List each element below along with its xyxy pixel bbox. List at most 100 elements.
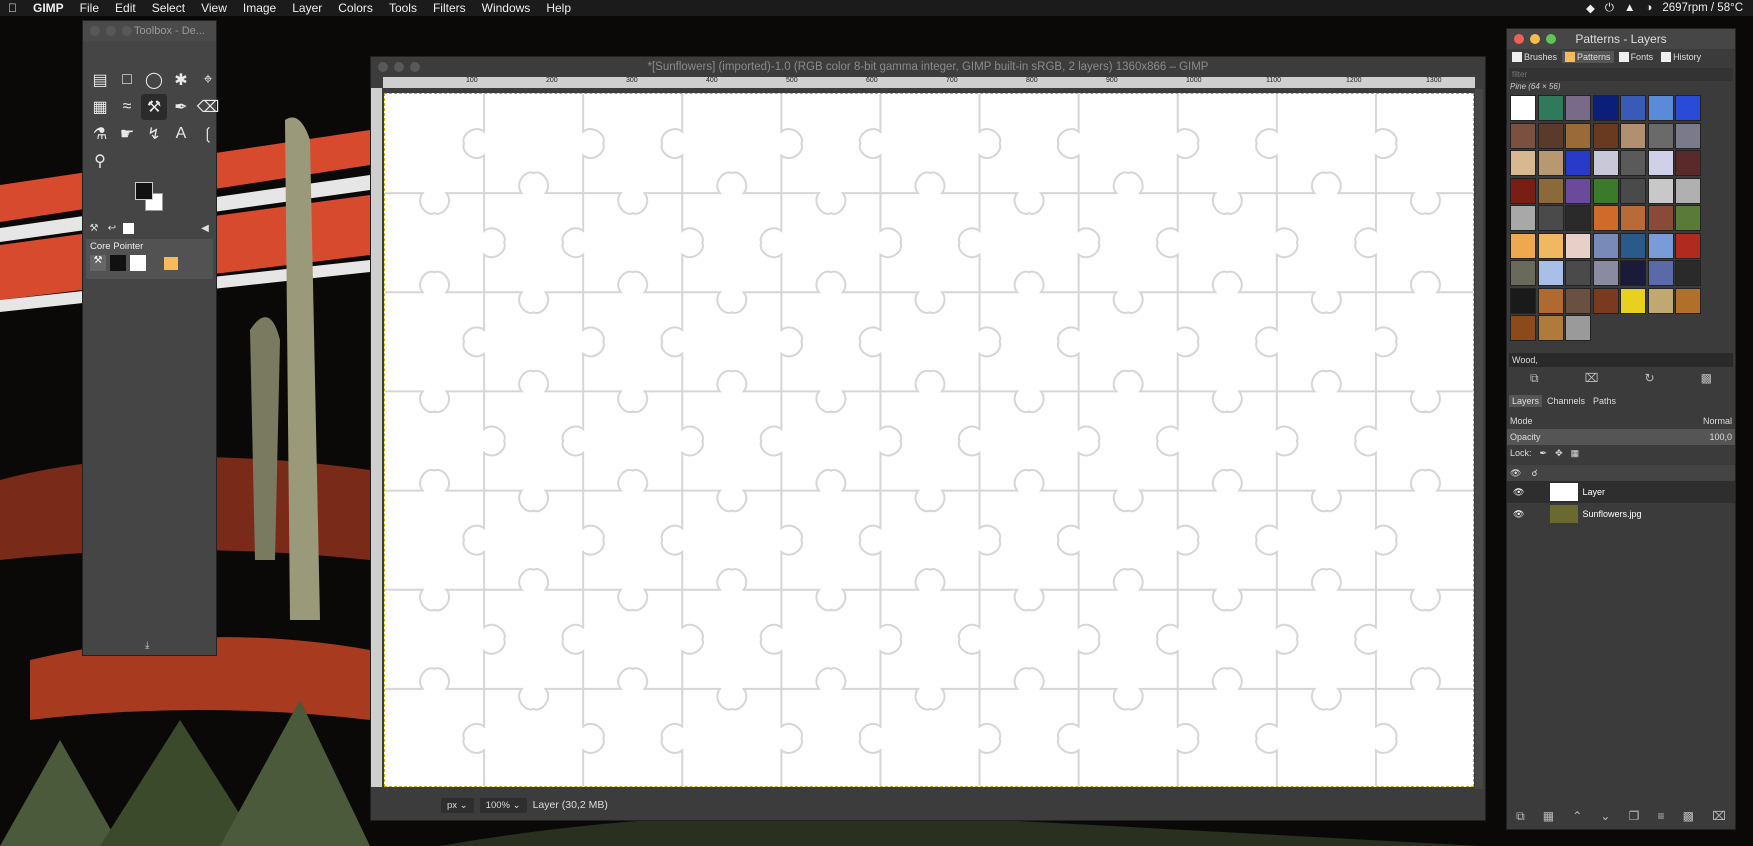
eraser-tool-icon[interactable]: ⌫ [195,94,221,120]
tab-layers[interactable]: Layers [1509,395,1543,407]
raise-layer-icon[interactable]: ⌃ [1572,809,1582,823]
pattern-swatch[interactable] [1510,122,1536,149]
pattern-swatch[interactable] [1647,95,1674,121]
unit-select[interactable]: px ⌄ [441,797,474,813]
close-button[interactable] [378,62,388,72]
menu-select[interactable]: Select [144,0,193,16]
pattern-swatch[interactable] [1675,232,1701,259]
transform-tool-icon[interactable]: ▦ [87,94,113,120]
tab-patterns[interactable]: Patterns [1562,51,1614,63]
open-folder-icon[interactable]: ▩ [1701,371,1712,385]
horizontal-ruler[interactable]: 100 200 300 400 500 600 700 800 900 1000… [383,77,1475,88]
pattern-swatch[interactable] [1620,232,1646,259]
merge-layer-icon[interactable]: ≡ [1658,809,1665,823]
dropbox-icon[interactable]: ◆ [1586,1,1595,15]
menu-image[interactable]: Image [235,0,284,16]
crop-tool-icon[interactable]: ⌖ [195,67,221,93]
eye-icon[interactable]: 👁 [1513,487,1524,498]
duplicate-icon[interactable]: ⧉ [1530,371,1539,386]
dock-menu-icon[interactable]: ◀ [198,222,212,235]
tab-channels[interactable]: Channels [1544,395,1588,407]
refresh-icon[interactable]: ↻ [1645,371,1655,385]
pattern-swatch[interactable] [1565,205,1591,231]
images-icon[interactable] [123,222,134,234]
lower-layer-icon[interactable]: ⌄ [1600,809,1610,823]
lock-pixels-icon[interactable]: ✒ [1540,448,1548,459]
delete-layer-icon[interactable]: ⌧ [1712,809,1726,823]
pattern-swatch[interactable] [1647,150,1674,176]
pattern-swatch[interactable] [1537,287,1564,314]
minimize-button[interactable] [106,26,116,36]
pattern-swatch[interactable] [1675,95,1701,121]
pattern-swatch[interactable] [1537,260,1564,286]
power-icon[interactable]: ⏻ [1605,2,1614,15]
tool-options-icon[interactable]: ⚒ [87,222,101,235]
undo-icon[interactable]: ↩ [105,222,119,235]
filter-input[interactable]: filter [1509,68,1733,81]
minimize-button[interactable] [1530,34,1540,44]
menu-colors[interactable]: Colors [330,0,381,16]
pattern-swatch[interactable] [1592,177,1619,204]
tab-brushes[interactable]: Brushes [1509,51,1560,63]
pattern-swatch[interactable] [1565,315,1591,341]
pattern-swatch[interactable] [1675,122,1701,149]
menu-help[interactable]: Help [538,0,579,16]
new-group-icon[interactable]: ▦ [1543,809,1554,823]
pattern-swatch[interactable] [1592,260,1619,286]
pattern-swatch[interactable] [1592,232,1619,259]
foreground-color[interactable] [135,182,153,200]
pattern-swatch[interactable] [1510,177,1536,204]
pattern-swatch[interactable] [1510,150,1536,176]
lasso-tool-icon[interactable]: ◯ [141,67,167,93]
menu-tools[interactable]: Tools [381,0,425,16]
cpu-status[interactable]: 2697rpm / 58°C [1662,2,1743,14]
pattern-swatch[interactable] [1510,232,1536,259]
close-button[interactable] [90,26,100,36]
pattern-swatch[interactable] [1537,232,1564,259]
menu-edit[interactable]: Edit [107,0,144,16]
layer-row[interactable]: 👁 Sunflowers.jpg [1507,503,1735,525]
pattern-swatch[interactable] [1620,122,1646,149]
mode-select[interactable]: Normal [1703,416,1732,426]
pattern-swatch[interactable] [1537,150,1564,176]
lock-position-icon[interactable]: ✥ [1555,448,1563,459]
pattern-swatch[interactable] [1510,205,1536,231]
vertical-ruler[interactable] [371,88,382,787]
pattern-swatch[interactable] [1675,177,1701,204]
pattern-swatch[interactable] [1510,315,1536,341]
pattern-swatch[interactable] [1647,122,1674,149]
pattern-swatch[interactable] [1647,232,1674,259]
pattern-swatch[interactable] [1510,95,1536,121]
pattern-swatch[interactable] [1537,95,1564,121]
pattern-swatch[interactable] [1537,205,1564,231]
pattern-swatch[interactable] [1647,205,1674,231]
image-canvas[interactable] [384,93,1474,787]
zoom-button[interactable] [1546,34,1556,44]
toolbox-titlebar[interactable]: Toolbox - De... [83,21,216,41]
pattern-swatch[interactable] [1675,260,1701,286]
pattern-swatch[interactable] [1620,287,1646,314]
pattern-swatch[interactable] [1620,95,1646,121]
warp-tool-icon[interactable]: ≈ [114,94,140,120]
pattern-swatch[interactable] [1620,260,1646,286]
vertical-scrollbar[interactable] [1475,89,1483,789]
pattern-swatch[interactable] [1537,177,1564,204]
new-layer-icon[interactable]: ⧉ [1516,809,1525,824]
pattern-swatch[interactable] [1620,150,1646,176]
color-picker-tool-icon[interactable]: ❲ [195,121,221,147]
minimize-button[interactable] [394,62,404,72]
clone-tool-icon[interactable]: ⚗ [87,121,113,147]
pattern-swatch[interactable] [1592,122,1619,149]
dock-titlebar[interactable]: Patterns - Layers [1507,29,1735,49]
apple-icon[interactable]:  [0,0,25,16]
pattern-swatch[interactable] [1592,150,1619,176]
zoom-button[interactable] [410,62,420,72]
tab-fonts[interactable]: Fonts [1616,51,1657,63]
pattern-swatch[interactable] [1537,315,1564,341]
menu-file[interactable]: File [72,0,107,16]
eye-icon[interactable]: 👁 [1513,509,1524,520]
pattern-swatch[interactable] [1565,122,1591,149]
pattern-swatch[interactable] [1675,287,1701,314]
pattern-swatch[interactable] [1675,205,1701,231]
path-tool-icon[interactable]: ↯ [141,121,167,147]
